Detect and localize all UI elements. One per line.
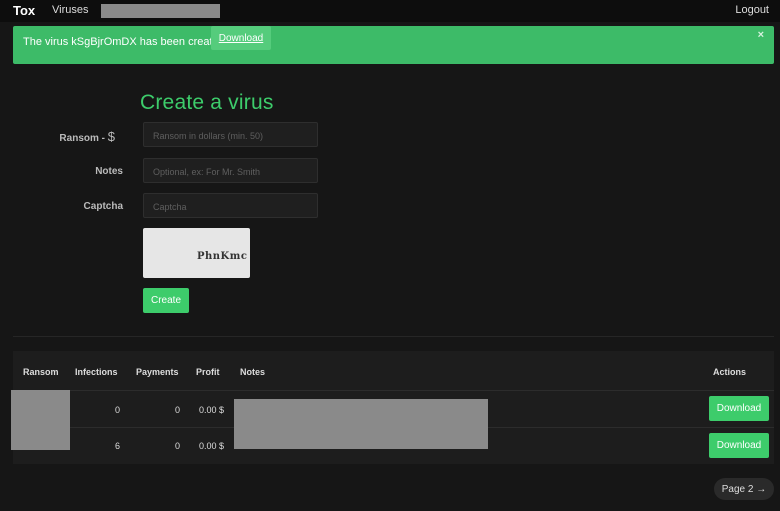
logout-link[interactable]: Logout xyxy=(735,4,769,16)
divider xyxy=(13,336,774,337)
create-button[interactable]: Create xyxy=(143,288,189,313)
header-infections: Infections xyxy=(75,367,118,377)
redacted-notes-column xyxy=(234,399,488,449)
header-payments: Payments xyxy=(136,367,179,377)
next-page-button[interactable]: Page 2 → xyxy=(714,478,774,500)
ransom-label-text: Ransom - xyxy=(59,133,108,144)
redacted-ransom-column xyxy=(11,390,70,450)
ransom-label: Ransom - $ xyxy=(35,129,115,144)
row1-payments: 0 xyxy=(174,405,180,415)
alert-download-button[interactable]: Download xyxy=(211,26,271,50)
page-title: Create a virus xyxy=(140,91,274,114)
captcha-input[interactable]: Captcha xyxy=(143,193,318,218)
notes-label: Notes xyxy=(95,166,123,177)
row-divider xyxy=(13,390,774,391)
header-ransom: Ransom xyxy=(23,367,59,377)
nav-viruses-link[interactable]: Viruses xyxy=(52,4,88,16)
close-icon[interactable]: × xyxy=(758,29,764,41)
header-profit: Profit xyxy=(196,367,220,377)
row2-profit: 0.00 $ xyxy=(198,441,224,451)
header-actions: Actions xyxy=(713,367,747,377)
redacted-nav-item xyxy=(101,4,220,18)
captcha-label: Captcha xyxy=(83,201,123,212)
row1-download-button[interactable]: Download xyxy=(709,396,769,421)
row1-infections: 0 xyxy=(114,405,120,415)
ransom-input[interactable]: Ransom in dollars (min. 50) xyxy=(143,122,318,147)
header-notes: Notes xyxy=(240,367,266,377)
captcha-image-text: PhnKmc xyxy=(197,251,248,262)
navbar: Tox Viruses Logout xyxy=(0,0,780,22)
dollar-icon: $ xyxy=(107,129,115,144)
success-alert: The virus kSgBjrOmDX has been created: D… xyxy=(13,26,774,64)
row1-profit: 0.00 $ xyxy=(198,405,224,415)
notes-input[interactable]: Optional, ex: For Mr. Smith xyxy=(143,158,318,183)
row2-infections: 6 xyxy=(114,441,120,451)
brand-logo[interactable]: Tox xyxy=(13,3,35,18)
row2-download-button[interactable]: Download xyxy=(709,433,769,458)
alert-message: The virus kSgBjrOmDX has been created: xyxy=(23,36,228,48)
row2-payments: 0 xyxy=(174,441,180,451)
